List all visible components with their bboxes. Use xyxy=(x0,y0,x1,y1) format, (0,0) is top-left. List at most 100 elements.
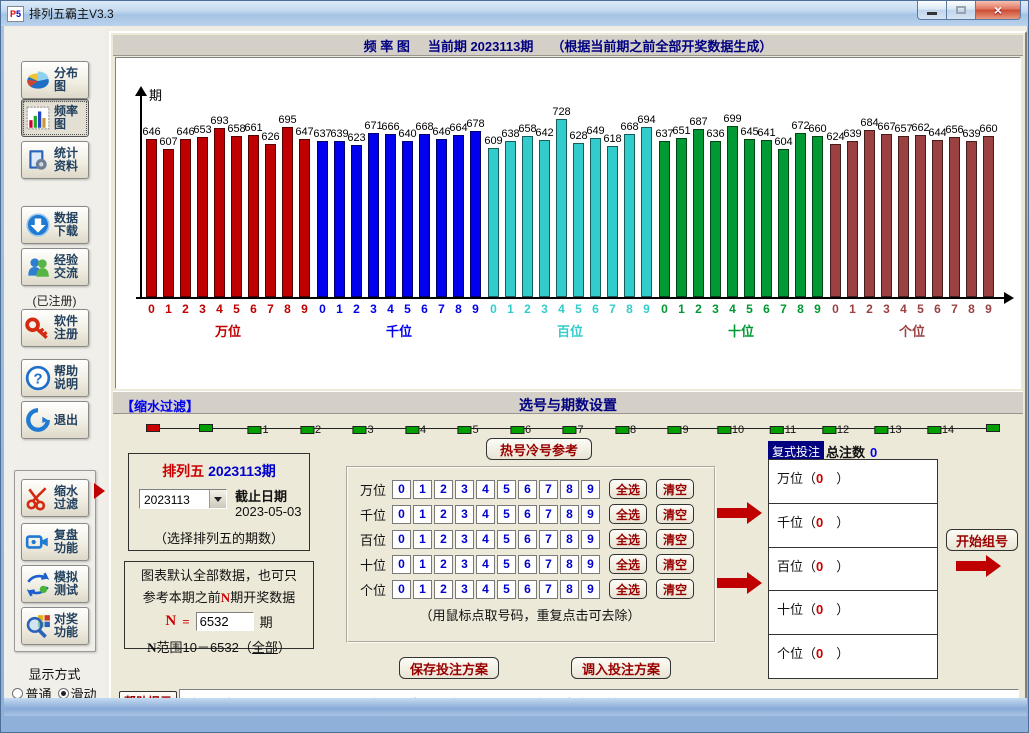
digit-button-百位-5[interactable]: 5 xyxy=(497,530,516,549)
digit-button-个位-5[interactable]: 5 xyxy=(497,580,516,599)
select-all-button-百位[interactable]: 全选 xyxy=(609,529,647,549)
sidebar-item-distribution-chart[interactable]: 分布 图 xyxy=(21,61,89,99)
digit-button-百位-8[interactable]: 8 xyxy=(560,530,579,549)
digit-button-千位-6[interactable]: 6 xyxy=(518,505,537,524)
digit-button-十位-5[interactable]: 5 xyxy=(497,555,516,574)
digit-button-千位-5[interactable]: 5 xyxy=(497,505,516,524)
slider-mark[interactable] xyxy=(667,426,681,434)
slider-mark[interactable] xyxy=(874,426,888,434)
slider-mark[interactable] xyxy=(986,424,1000,432)
clear-button-千位[interactable]: 清空 xyxy=(656,504,694,524)
clear-button-个位[interactable]: 清空 xyxy=(656,579,694,599)
digit-button-万位-9[interactable]: 9 xyxy=(581,480,600,499)
digit-button-个位-6[interactable]: 6 xyxy=(518,580,537,599)
slider-mark-current[interactable] xyxy=(146,424,160,432)
digit-button-个位-8[interactable]: 8 xyxy=(560,580,579,599)
digit-button-万位-1[interactable]: 1 xyxy=(413,480,432,499)
digit-button-个位-1[interactable]: 1 xyxy=(413,580,432,599)
clear-button-万位[interactable]: 清空 xyxy=(656,479,694,499)
sidebar-item-prize-check[interactable]: 对奖 功能 xyxy=(21,607,89,645)
digit-button-千位-7[interactable]: 7 xyxy=(539,505,558,524)
digit-button-百位-2[interactable]: 2 xyxy=(434,530,453,549)
slider-mark[interactable] xyxy=(199,424,213,432)
slider-mark[interactable] xyxy=(822,426,836,434)
save-plan-button[interactable]: 保存投注方案 xyxy=(399,657,499,679)
sidebar-item-help[interactable]: ? 帮助 说明 xyxy=(21,359,89,397)
digit-button-百位-1[interactable]: 1 xyxy=(413,530,432,549)
sidebar-item-exit[interactable]: 退出 xyxy=(21,401,89,439)
slider-mark[interactable] xyxy=(615,426,629,434)
sidebar-item-frequency-chart[interactable]: 频率 图 xyxy=(21,99,89,137)
digit-button-万位-2[interactable]: 2 xyxy=(434,480,453,499)
clear-button-十位[interactable]: 清空 xyxy=(656,554,694,574)
digit-button-千位-1[interactable]: 1 xyxy=(413,505,432,524)
digit-button-百位-3[interactable]: 3 xyxy=(455,530,474,549)
digit-button-十位-2[interactable]: 2 xyxy=(434,555,453,574)
digit-button-个位-9[interactable]: 9 xyxy=(581,580,600,599)
digit-button-个位-4[interactable]: 4 xyxy=(476,580,495,599)
select-all-button-十位[interactable]: 全选 xyxy=(609,554,647,574)
digit-button-百位-4[interactable]: 4 xyxy=(476,530,495,549)
select-all-button-万位[interactable]: 全选 xyxy=(609,479,647,499)
select-all-button-千位[interactable]: 全选 xyxy=(609,504,647,524)
slider-mark[interactable] xyxy=(247,426,261,434)
sidebar-item-experience-exchange[interactable]: 经验 交流 xyxy=(21,248,89,286)
digit-button-万位-0[interactable]: 0 xyxy=(392,480,411,499)
slider-mark[interactable] xyxy=(510,426,524,434)
digit-button-万位-4[interactable]: 4 xyxy=(476,480,495,499)
sidebar-item-shrink-filter[interactable]: 缩水 过滤 xyxy=(21,479,89,517)
slider-mark[interactable] xyxy=(352,426,366,434)
digit-button-百位-7[interactable]: 7 xyxy=(539,530,558,549)
digit-button-万位-6[interactable]: 6 xyxy=(518,480,537,499)
sidebar-item-software-register[interactable]: 软件 注册 xyxy=(21,309,89,347)
digit-button-百位-9[interactable]: 9 xyxy=(581,530,600,549)
combobox-dropdown-icon[interactable] xyxy=(209,490,226,508)
digit-button-万位-7[interactable]: 7 xyxy=(539,480,558,499)
n-range-all-link[interactable]: 全部 xyxy=(252,640,278,655)
digit-button-万位-3[interactable]: 3 xyxy=(455,480,474,499)
start-combination-button[interactable]: 开始组号 xyxy=(946,529,1018,551)
digit-button-十位-4[interactable]: 4 xyxy=(476,555,495,574)
select-all-button-个位[interactable]: 全选 xyxy=(609,579,647,599)
digit-button-百位-0[interactable]: 0 xyxy=(392,530,411,549)
sidebar-item-data-download[interactable]: 数据 下载 xyxy=(21,206,89,244)
digit-button-千位-4[interactable]: 4 xyxy=(476,505,495,524)
n-value-input[interactable] xyxy=(196,612,254,631)
digit-button-十位-7[interactable]: 7 xyxy=(539,555,558,574)
slider-mark[interactable] xyxy=(405,426,419,434)
slider-mark[interactable] xyxy=(717,426,731,434)
slider-mark[interactable] xyxy=(300,426,314,434)
digit-button-个位-7[interactable]: 7 xyxy=(539,580,558,599)
digit-button-个位-3[interactable]: 3 xyxy=(455,580,474,599)
sidebar-item-simulation-test[interactable]: 模拟 测试 xyxy=(21,565,89,603)
digit-button-个位-2[interactable]: 2 xyxy=(434,580,453,599)
digit-button-十位-1[interactable]: 1 xyxy=(413,555,432,574)
slider-mark[interactable] xyxy=(927,426,941,434)
digit-button-千位-8[interactable]: 8 xyxy=(560,505,579,524)
digit-button-千位-9[interactable]: 9 xyxy=(581,505,600,524)
digit-button-十位-0[interactable]: 0 xyxy=(392,555,411,574)
digit-button-十位-8[interactable]: 8 xyxy=(560,555,579,574)
load-plan-button[interactable]: 调入投注方案 xyxy=(571,657,671,679)
digit-button-万位-5[interactable]: 5 xyxy=(497,480,516,499)
slider-mark[interactable] xyxy=(770,426,784,434)
sidebar-item-replay[interactable]: 复盘 功能 xyxy=(21,523,89,561)
sidebar-item-statistics[interactable]: 统计 资料 xyxy=(21,141,89,179)
digit-button-百位-6[interactable]: 6 xyxy=(518,530,537,549)
clear-button-百位[interactable]: 清空 xyxy=(656,529,694,549)
hot-cold-reference-button[interactable]: 热号冷号参考 xyxy=(486,438,592,460)
digit-button-十位-3[interactable]: 3 xyxy=(455,555,474,574)
slider-mark[interactable] xyxy=(457,426,471,434)
slider-mark[interactable] xyxy=(562,426,576,434)
digit-button-千位-3[interactable]: 3 xyxy=(455,505,474,524)
close-button[interactable]: × xyxy=(975,1,1021,20)
digit-button-千位-0[interactable]: 0 xyxy=(392,505,411,524)
digit-button-万位-8[interactable]: 8 xyxy=(560,480,579,499)
maximize-button[interactable] xyxy=(947,1,975,20)
digit-button-千位-2[interactable]: 2 xyxy=(434,505,453,524)
minimize-button[interactable] xyxy=(917,1,947,20)
digit-button-十位-6[interactable]: 6 xyxy=(518,555,537,574)
digit-button-十位-9[interactable]: 9 xyxy=(581,555,600,574)
period-combobox[interactable]: 2023113 xyxy=(139,489,227,509)
digit-button-个位-0[interactable]: 0 xyxy=(392,580,411,599)
